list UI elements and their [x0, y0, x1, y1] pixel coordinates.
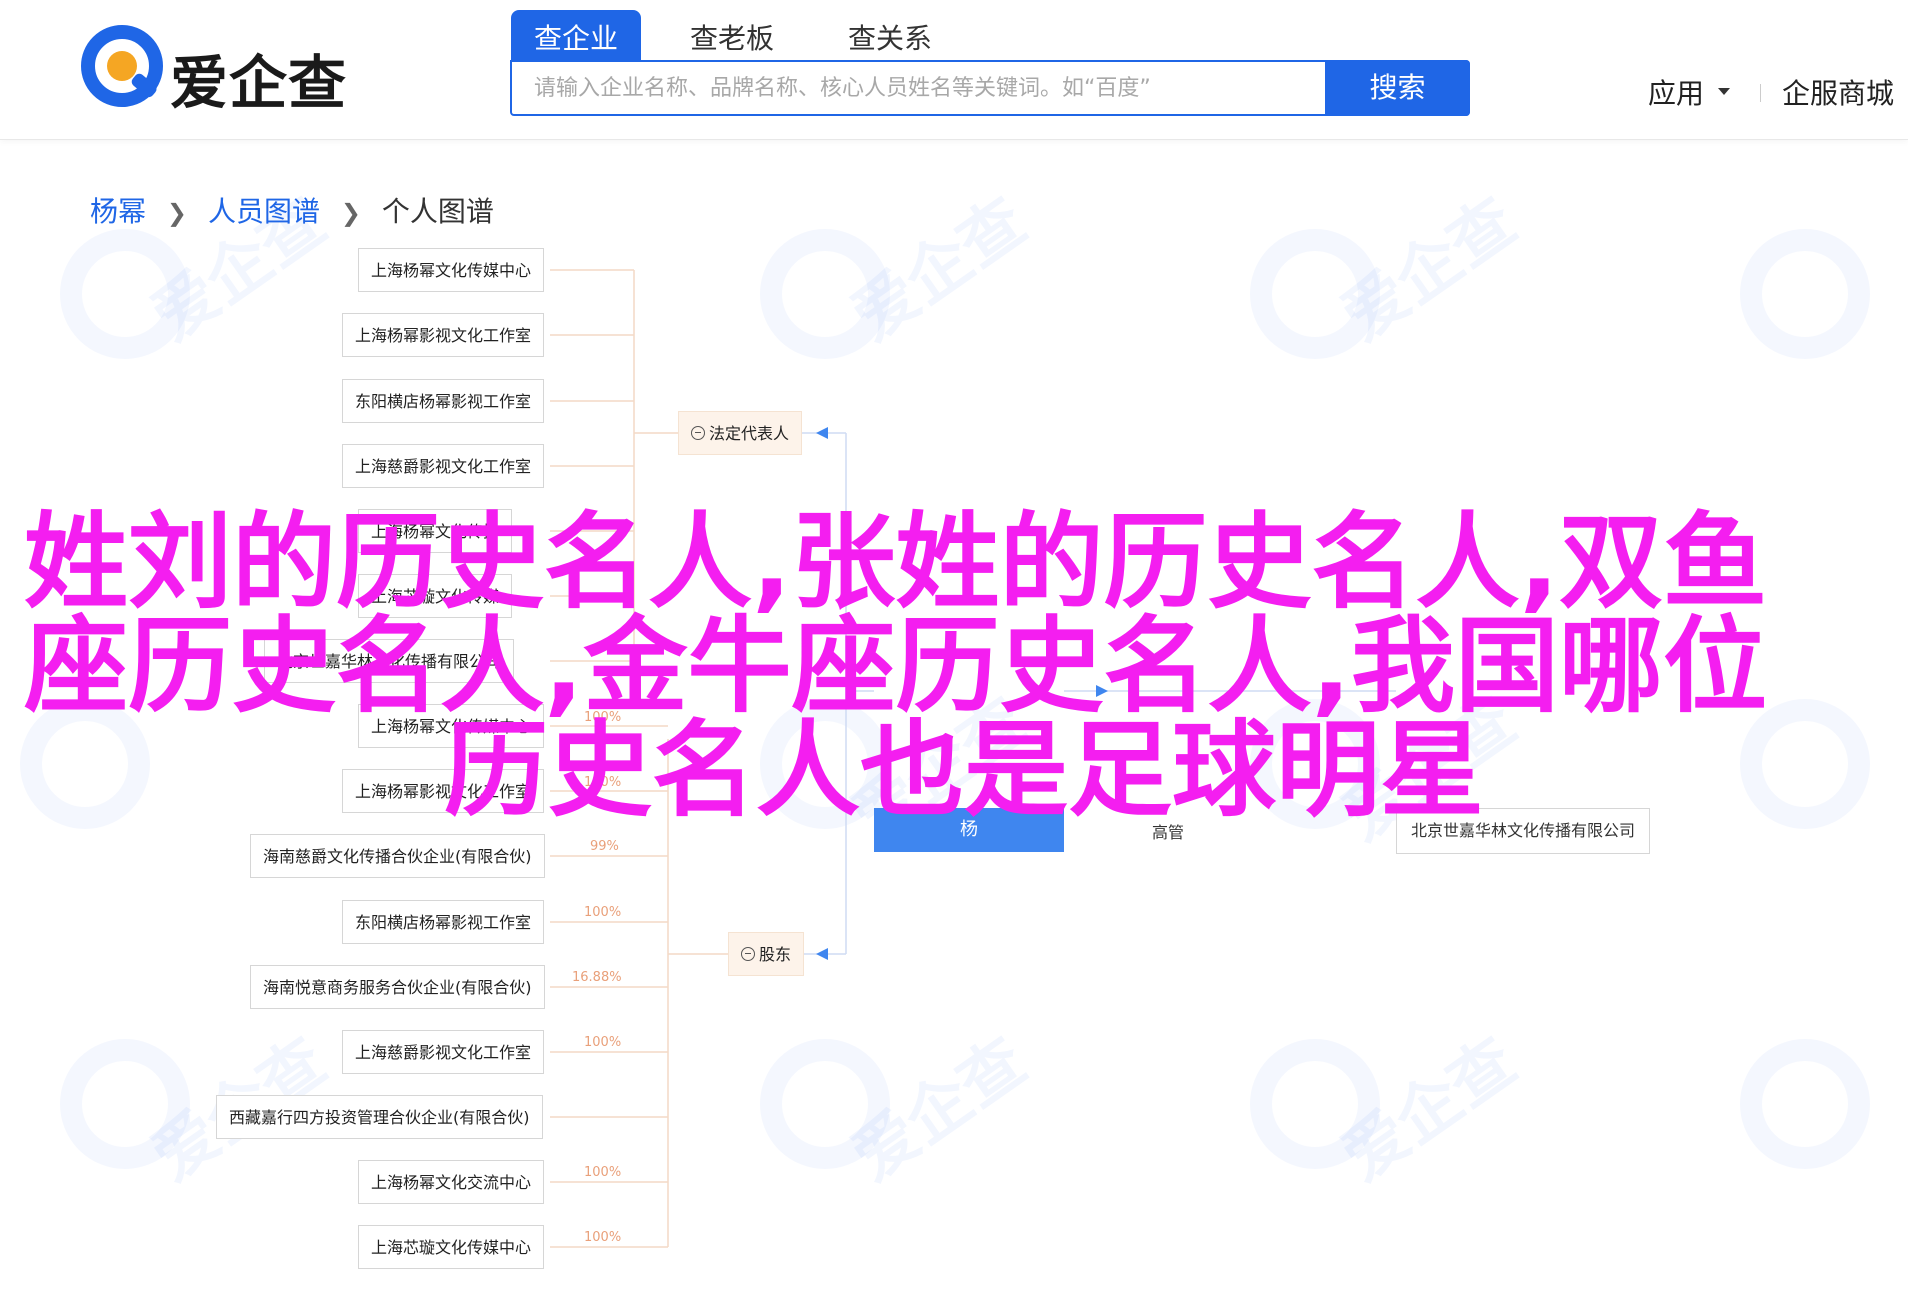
- collapse-icon[interactable]: [691, 426, 705, 440]
- collapse-icon[interactable]: [741, 947, 755, 961]
- shareholder-node[interactable]: 上海芯璇文化传媒中心: [358, 1225, 545, 1269]
- category-label: 股东: [759, 945, 792, 964]
- arrow-left-icon: [816, 427, 828, 439]
- shareholder-node[interactable]: 上海慈爵影视文化工作室: [342, 1030, 545, 1074]
- holding-percent: 99%: [590, 839, 619, 854]
- caret-down-icon[interactable]: [1718, 88, 1730, 95]
- overlay-headline: 姓刘的历史名人,张姓的历史名人,双鱼 座历史名人,金牛座历史名人,我国哪位 历史…: [24, 510, 1884, 822]
- legal-node[interactable]: 上海杨幂文化传媒中心: [358, 248, 545, 292]
- nav-enterprise-mall[interactable]: 企服商城: [1782, 72, 1894, 112]
- arrow-left-icon: [816, 948, 828, 960]
- headline-line: 姓刘的历史名人,张姓的历史名人,双鱼: [24, 501, 1768, 623]
- holding-percent: 100%: [584, 1035, 622, 1050]
- shareholder-node[interactable]: 海南悦意商务服务合伙企业(有限合伙): [250, 965, 545, 1009]
- search-input[interactable]: [512, 62, 1330, 114]
- shareholder-node[interactable]: 上海杨幂文化交流中心: [358, 1160, 545, 1204]
- tab-boss[interactable]: 查老板: [662, 10, 802, 60]
- legal-node[interactable]: 上海慈爵影视文化工作室: [342, 444, 545, 488]
- shareholder-node[interactable]: 东阳横店杨幂影视工作室: [342, 900, 545, 944]
- headline-line: 座历史名人,金牛座历史名人,我国哪位: [24, 605, 1768, 727]
- search-bar: 搜索: [510, 60, 1470, 116]
- category-shareholder[interactable]: 股东: [728, 932, 805, 976]
- category-legal-representative[interactable]: 法定代表人: [678, 411, 803, 455]
- shareholder-node[interactable]: 海南慈爵文化传播合伙企业(有限合伙): [250, 834, 545, 878]
- holding-percent: 100%: [584, 1165, 622, 1180]
- nav-divider: [1760, 84, 1761, 102]
- legal-node[interactable]: 东阳横店杨幂影视工作室: [342, 379, 545, 423]
- legal-node[interactable]: 上海杨幂影视文化工作室: [342, 313, 545, 357]
- tab-relation[interactable]: 查关系: [820, 10, 960, 60]
- search-button[interactable]: 搜索: [1325, 60, 1470, 116]
- headline-line: 历史名人也是足球明星: [444, 709, 1485, 831]
- holding-percent: 16.88%: [572, 970, 622, 985]
- holding-percent: 100%: [584, 1230, 622, 1245]
- brand-name[interactable]: 爱企查: [170, 36, 347, 120]
- shareholder-node[interactable]: 西藏嘉行四方投资管理合伙企业(有限合伙): [216, 1095, 543, 1139]
- tab-company[interactable]: 查企业: [511, 10, 641, 60]
- holding-percent: 100%: [584, 905, 622, 920]
- top-header: 爱企查 查企业 查老板 查关系 搜索 应用 企服商城: [0, 0, 1908, 140]
- nav-app-menu[interactable]: 应用: [1648, 72, 1704, 112]
- category-label: 法定代表人: [709, 424, 790, 443]
